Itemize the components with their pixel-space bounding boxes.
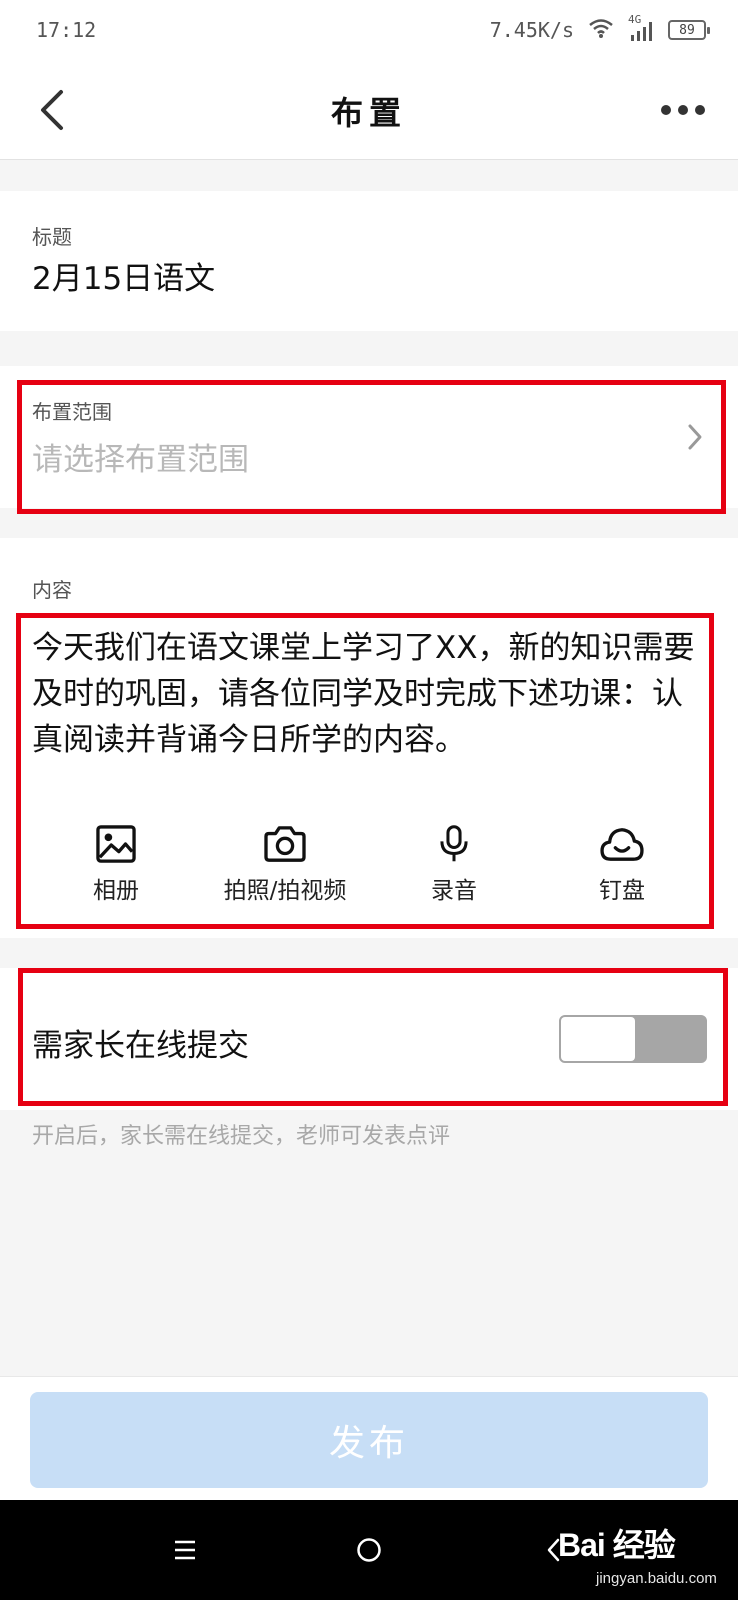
record-label: 录音 <box>431 878 477 904</box>
baidu-watermark: Bai 经验 jingyan.baidu.com <box>550 1510 738 1600</box>
microphone-icon <box>440 825 468 862</box>
online-submit-label: 需家长在线提交 <box>32 1028 249 1064</box>
toggle-knob <box>561 1017 635 1061</box>
nav-home-button[interactable] <box>344 1525 394 1575</box>
more-horizontal-icon <box>661 105 705 115</box>
record-button[interactable]: 录音 <box>369 825 539 905</box>
status-bar: 17:12 7.45K/s 4G 89 <box>0 0 738 60</box>
top-header: 布置 <box>0 60 738 160</box>
page-title: 布置 <box>330 94 407 132</box>
album-label: 相册 <box>93 878 139 904</box>
image-icon <box>96 825 136 863</box>
online-submit-toggle[interactable] <box>559 1015 707 1063</box>
camera-label: 拍照/拍视频 <box>223 878 347 904</box>
back-button[interactable] <box>30 85 74 135</box>
album-button[interactable]: 相册 <box>31 825 201 905</box>
scope-row[interactable]: 布置范围 请选择布置范围 <box>0 366 738 508</box>
camera-button[interactable]: 拍照/拍视频 <box>200 825 370 905</box>
battery-level: 89 <box>679 22 695 38</box>
battery-icon: 89 <box>668 20 710 40</box>
title-label: 标题 <box>32 225 72 249</box>
dingpan-label: 钉盘 <box>599 878 645 904</box>
cell-signal-icon: 4G <box>628 13 654 43</box>
chevron-right-icon <box>688 424 702 450</box>
home-circle-icon <box>357 1538 381 1562</box>
title-input[interactable]: 2月15日语文 <box>32 253 215 298</box>
network-speed: 7.45K/s <box>489 18 574 42</box>
more-button[interactable] <box>658 92 708 128</box>
title-card: 标题 2月15日语文 <box>0 191 738 331</box>
status-indicators: 7.45K/s 4G 89 <box>489 13 710 44</box>
bottom-action-area: 发布 <box>0 1376 738 1500</box>
publish-button[interactable]: 发布 <box>30 1392 708 1488</box>
online-submit-hint: 开启后，家长需在线提交，老师可发表点评 <box>32 1124 451 1149</box>
dingpan-button[interactable]: 钉盘 <box>537 825 707 905</box>
chevron-left-icon <box>41 90 63 130</box>
nav-menu-button[interactable] <box>160 1525 210 1575</box>
cloud-icon <box>600 828 644 861</box>
watermark-main: Bai 经验 <box>558 1527 676 1563</box>
camera-icon <box>264 826 306 862</box>
watermark-sub: jingyan.baidu.com <box>596 1570 717 1587</box>
scope-placeholder: 请选择布置范围 <box>32 442 249 478</box>
scope-label: 布置范围 <box>32 400 112 424</box>
content-textarea[interactable]: 今天我们在语文课堂上学习了XX，新的知识需要及时的巩固，请各位同学及时完成下述功… <box>32 625 712 763</box>
status-time: 17:12 <box>36 18 97 42</box>
content-label: 内容 <box>32 578 72 602</box>
menu-icon <box>175 1540 195 1560</box>
wifi-icon <box>588 17 614 44</box>
